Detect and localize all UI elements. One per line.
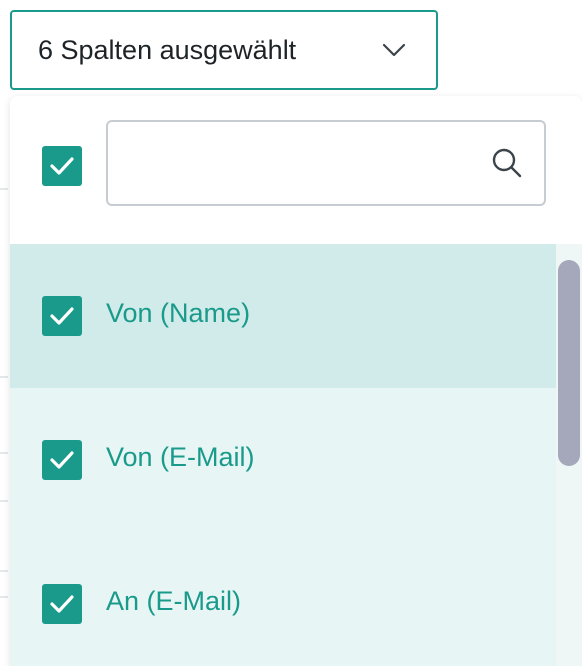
background-line (0, 500, 8, 502)
column-selector-screen: 6 Spalten ausgewählt Von (Name) Von (E-M… (0, 0, 582, 666)
checkbox-von-email[interactable] (42, 440, 82, 480)
chevron-down-icon[interactable] (380, 36, 408, 64)
list-item-label: Von (Name) (106, 298, 251, 328)
column-select-trigger[interactable]: 6 Spalten ausgewählt (10, 10, 438, 90)
select-all-checkbox[interactable] (42, 146, 82, 186)
checkbox-an-email[interactable] (42, 584, 82, 624)
list-item-label: Von (E-Mail) (106, 442, 255, 472)
column-select-label: 6 Spalten ausgewählt (38, 34, 297, 65)
search-field[interactable] (106, 120, 546, 206)
search-input[interactable] (122, 140, 486, 190)
background-line (0, 188, 8, 190)
list-item-label: An (E-Mail) (106, 586, 242, 616)
background-line (0, 376, 8, 378)
checkmark-icon (50, 595, 74, 613)
search-icon[interactable] (490, 146, 524, 180)
background-line (0, 570, 8, 572)
list-item-an-email[interactable]: An (E-Mail) (10, 532, 556, 666)
background-line (0, 452, 8, 454)
background-line (0, 596, 8, 598)
scrollbar-thumb[interactable] (558, 260, 580, 466)
column-dropdown-panel: Von (Name) Von (E-Mail) An (E-Mail) (10, 96, 582, 666)
checkbox-von-name[interactable] (42, 296, 82, 336)
scrollbar-track[interactable] (556, 244, 582, 666)
column-option-list[interactable]: Von (Name) Von (E-Mail) An (E-Mail) (10, 244, 582, 666)
checkmark-icon (50, 157, 74, 175)
list-item-von-name[interactable]: Von (Name) (10, 244, 556, 388)
checkmark-icon (50, 307, 74, 325)
checkmark-icon (50, 451, 74, 469)
list-item-von-email[interactable]: Von (E-Mail) (10, 388, 556, 532)
dropdown-header (10, 96, 582, 244)
